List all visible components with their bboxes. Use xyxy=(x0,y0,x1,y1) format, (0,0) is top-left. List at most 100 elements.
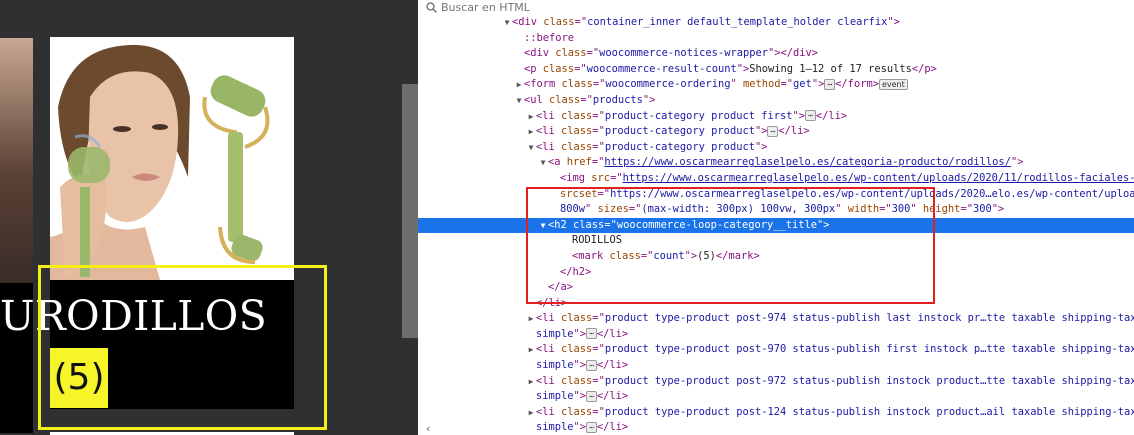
html-tag-token: =" xyxy=(574,16,588,28)
html-attr-value: simple xyxy=(536,421,574,434)
dom-node-row[interactable]: simple"> ⋯ </li> xyxy=(418,420,1134,435)
html-link-value[interactable]: https://www.oscarmearreglaselpelo.es/wp-… xyxy=(623,172,1134,184)
expanded-triangle-icon[interactable]: ▼ xyxy=(538,155,548,171)
html-tag-token: <img xyxy=(560,171,592,184)
html-attr-name: class xyxy=(549,93,581,106)
collapsed-triangle-icon[interactable]: ▶ xyxy=(526,109,536,125)
html-tag-token: =" xyxy=(597,187,611,200)
html-attr-value: product type-product post-974 status-pub… xyxy=(604,312,1134,325)
html-tag-token: =" xyxy=(592,125,605,138)
dom-node-row[interactable]: ::before xyxy=(418,31,1134,47)
html-tag-token: "> xyxy=(754,140,768,153)
collapsed-triangle-icon[interactable]: ▶ xyxy=(526,405,536,421)
ellipsis-expand-button[interactable]: ⋯ xyxy=(824,78,836,90)
page-scrollbar-thumb[interactable] xyxy=(402,84,418,338)
dom-node-row[interactable]: ▶ <li class="product type-product post-97… xyxy=(418,374,1134,390)
previous-product-card[interactable] xyxy=(0,38,33,433)
dom-node-row[interactable]: ▼ <a href="https://www.oscarmearreglaselp… xyxy=(418,155,1134,171)
html-tag-token: "> xyxy=(684,249,698,262)
html-tag-token: "> xyxy=(573,359,587,372)
html-tag-token: " xyxy=(585,203,598,216)
html-tag-token: =" xyxy=(592,109,605,122)
dom-node-row[interactable]: simple"> ⋯ </li> xyxy=(418,358,1134,374)
ellipsis-expand-button[interactable]: ⋯ xyxy=(805,110,816,122)
html-tag-token: <div xyxy=(524,47,556,60)
dom-node-row[interactable]: </li> xyxy=(418,296,1134,312)
ellipsis-expand-button[interactable]: ⋯ xyxy=(586,328,597,340)
dom-node-row[interactable]: ▼ <div class="container_inner default_tem… xyxy=(418,15,1134,31)
dom-node-row[interactable]: ▶ <form class="woocommerce-ordering" meth… xyxy=(418,77,1134,93)
collapsed-triangle-icon[interactable]: ▶ xyxy=(526,311,536,327)
dom-node-row[interactable]: 800w" sizes="(max-width: 300px) 100vw, 3… xyxy=(418,202,1134,218)
html-attr-name: href xyxy=(566,156,592,169)
dom-node-row[interactable]: simple"> ⋯ </li> xyxy=(418,389,1134,405)
html-tag-token: =" xyxy=(604,218,617,231)
html-tag-token: "> xyxy=(573,390,587,403)
expanded-triangle-icon[interactable]: ▼ xyxy=(502,15,512,31)
html-link-value[interactable]: https://www.oscarmearreglaselpelo.es/cat… xyxy=(604,156,1011,168)
html-tag-token: =" xyxy=(592,343,605,356)
dom-node-row-selected[interactable]: ▼ <h2 class="woocommerce-loop-category__t… xyxy=(418,217,1134,234)
html-attr-name: class xyxy=(555,47,587,60)
expanded-triangle-icon[interactable]: ▼ xyxy=(514,93,524,109)
ellipsis-expand-button[interactable]: ⋯ xyxy=(586,359,597,371)
html-tag-token: <div xyxy=(512,16,544,28)
collapsed-triangle-icon[interactable]: ▶ xyxy=(526,374,536,390)
html-tag-token: <li xyxy=(536,125,562,138)
html-tag-token: </p> xyxy=(911,62,937,75)
collapsed-triangle-icon[interactable]: ▶ xyxy=(526,124,536,140)
html-tag-token: "> xyxy=(754,125,768,138)
dom-node-row[interactable]: <div class="woocommerce-notices-wrapper"… xyxy=(418,46,1134,62)
html-tag-token: " xyxy=(835,203,848,216)
html-attr-value: products xyxy=(592,93,643,106)
html-tag-token: <li xyxy=(536,405,562,418)
dom-node-row[interactable]: ▶ <li class="product type-product post-97… xyxy=(418,311,1134,327)
html-tag-token: <a xyxy=(548,156,567,169)
dom-node-row[interactable]: ▼ <ul class="products"> xyxy=(418,93,1134,109)
html-tag-token: =" xyxy=(586,47,600,60)
dom-node-row[interactable]: simple"> ⋯ </li> xyxy=(418,327,1134,343)
html-attr-name: sizes xyxy=(597,203,629,216)
html-tag-token: "> xyxy=(991,203,1005,216)
expanded-triangle-icon[interactable]: ▼ xyxy=(538,218,548,234)
html-attr-name: class xyxy=(609,249,641,262)
previous-product-image[interactable] xyxy=(0,38,33,283)
ellipsis-expand-button[interactable]: ⋯ xyxy=(586,390,597,402)
product-category-image[interactable] xyxy=(50,37,294,280)
dom-node-row[interactable]: ▶ <li class="product type-product post-97… xyxy=(418,342,1134,358)
dom-node-row[interactable]: </a> xyxy=(418,280,1134,296)
dom-node-row[interactable]: <img src="https://www.oscarmearreglaselp… xyxy=(418,171,1134,187)
truncated-title-prefix: U xyxy=(0,292,35,340)
html-tag-token: =" xyxy=(960,203,973,216)
scroll-left-arrow-icon[interactable]: ‹ xyxy=(426,422,430,435)
dom-node-row[interactable]: </h2> xyxy=(418,265,1134,281)
dom-node-row[interactable]: RODILLOS xyxy=(418,233,1134,249)
html-attr-value: simple xyxy=(536,359,574,372)
dom-node-row[interactable]: <mark class="count">(5)</mark> xyxy=(418,249,1134,265)
collapsed-triangle-icon[interactable]: ▶ xyxy=(514,77,524,93)
dom-node-row[interactable]: ▶ <li class="product-category product fir… xyxy=(418,109,1134,125)
html-attr-name: width xyxy=(847,203,880,216)
dom-node-row[interactable]: <p class="woocommerce-result-count">Show… xyxy=(418,62,1134,78)
dom-node-row[interactable]: ▼ <li class="product-category product"> xyxy=(418,140,1134,156)
html-text-node: (5) xyxy=(697,249,716,262)
html-attr-value: https://www.oscarmearreglaselpelo.es/wp-… xyxy=(610,187,1134,200)
html-search-input[interactable] xyxy=(441,1,741,14)
html-attr-value: woocommerce-ordering xyxy=(605,78,731,91)
html-tag-token: "> xyxy=(736,62,750,75)
event-badge[interactable]: event xyxy=(878,78,908,90)
dom-node-row[interactable]: ▶ <li class="product type-product post-12… xyxy=(418,405,1134,421)
ellipsis-expand-button[interactable]: ⋯ xyxy=(586,421,597,433)
dom-node-row[interactable]: srcset="https://www.oscarmearreglaselpel… xyxy=(418,187,1134,203)
html-attr-name: method xyxy=(742,78,781,91)
html-attr-value: 800w xyxy=(560,203,586,216)
html-tag-token: =" xyxy=(580,93,593,106)
html-attr-name: class xyxy=(561,343,593,356)
dom-node-row[interactable]: ▶ <li class="product-category product"> ⋯ <… xyxy=(418,124,1134,140)
expanded-triangle-icon[interactable]: ▼ xyxy=(526,140,536,156)
html-tag-token: <p xyxy=(524,62,543,75)
html-tag-token: =" xyxy=(628,203,642,216)
html-tag-token: =" xyxy=(640,249,654,262)
collapsed-triangle-icon[interactable]: ▶ xyxy=(526,342,536,358)
ellipsis-expand-button[interactable]: ⋯ xyxy=(767,125,779,137)
